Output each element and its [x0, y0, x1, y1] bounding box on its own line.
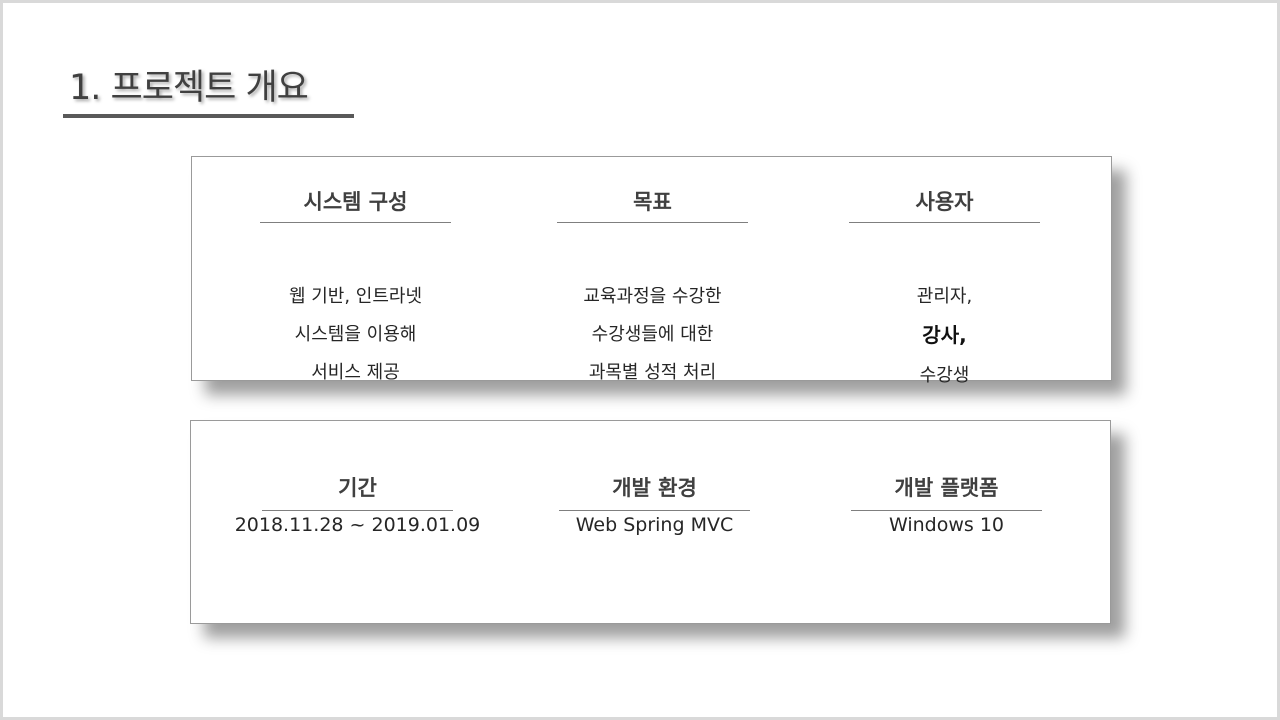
system-config-column: 시스템 구성 웹 기반, 인트라넷 시스템을 이용해 서비스 제공 — [260, 187, 451, 383]
users-line-admin: 관리자, — [916, 286, 973, 307]
period-value: 2018.11.28 ~ 2019.01.09 — [234, 514, 481, 536]
system-config-text: 웹 기반, 인트라넷 시스템을 이용해 서비스 제공 — [220, 278, 491, 392]
system-config-line-3: 서비스 제공 — [311, 362, 400, 383]
goal-text: 교육과정을 수강한 수강생들에 대한 과목별 성적 처리 — [517, 278, 788, 392]
details-card: 기간 2018.11.28 ~ 2019.01.09 개발 환경 Web Spr… — [190, 420, 1111, 624]
goal-line-1: 교육과정을 수강한 — [583, 286, 722, 307]
users-heading: 사용자 — [849, 187, 1040, 223]
system-config-line-2: 시스템을 이용해 — [294, 324, 417, 345]
dev-platform-column: 개발 플랫폼 Windows 10 — [851, 473, 1042, 536]
overview-card: 시스템 구성 웹 기반, 인트라넷 시스템을 이용해 서비스 제공 목표 교육과… — [191, 156, 1112, 386]
slide-title: 1. 프로젝트 개요 — [69, 68, 309, 108]
slide: 1. 프로젝트 개요 시스템 구성 웹 기반, 인트라넷 시스템을 이용해 서비… — [0, 0, 1280, 720]
goal-line-2: 수강생들에 대한 — [591, 324, 714, 345]
title-underline — [63, 114, 354, 118]
users-line-student: 수강생 — [919, 365, 970, 386]
users-column: 사용자 관리자, 강사, 수강생 — [849, 187, 1040, 386]
dev-environment-heading: 개발 환경 — [559, 473, 750, 511]
period-column: 기간 2018.11.28 ~ 2019.01.09 — [235, 473, 481, 536]
goal-line-3: 과목별 성적 처리 — [588, 362, 717, 383]
goal-column: 목표 교육과정을 수강한 수강생들에 대한 과목별 성적 처리 — [557, 187, 748, 383]
goal-heading: 목표 — [557, 187, 748, 223]
dev-platform-value: Windows 10 — [888, 514, 1005, 536]
users-line-instructor: 강사, — [922, 323, 967, 347]
dev-environment-column: 개발 환경 Web Spring MVC — [559, 473, 750, 536]
system-config-heading: 시스템 구성 — [260, 187, 451, 223]
dev-platform-heading: 개발 플랫폼 — [851, 473, 1042, 511]
dev-environment-value: Web Spring MVC — [575, 514, 734, 536]
period-heading: 기간 — [262, 473, 453, 511]
users-text: 관리자, 강사, 수강생 — [809, 278, 1080, 392]
system-config-line-1: 웹 기반, 인트라넷 — [288, 286, 423, 307]
